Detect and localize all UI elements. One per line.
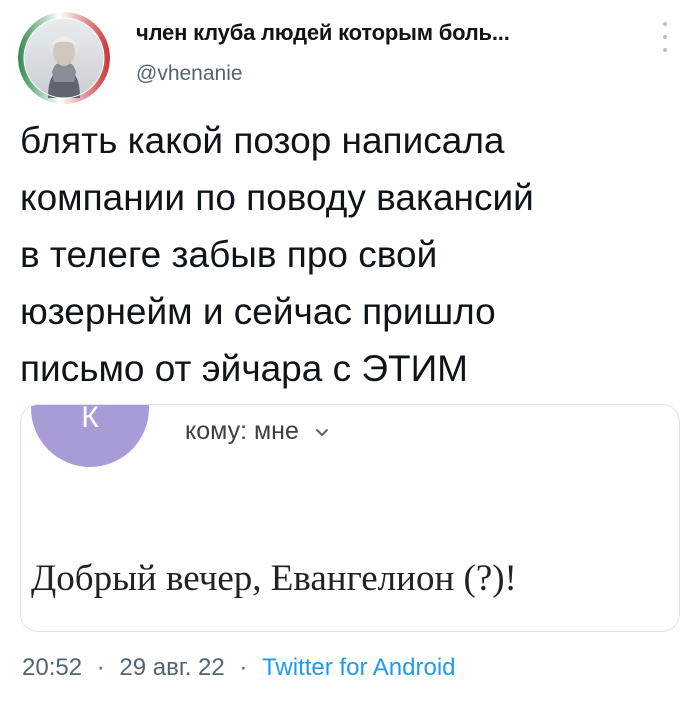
more-dot: [663, 35, 667, 39]
author-avatar[interactable]: [18, 12, 110, 104]
more-dot: [663, 48, 667, 52]
tweet-source-link[interactable]: Twitter for Android: [262, 654, 455, 681]
recipient-line: кому: мне: [185, 417, 329, 446]
meta-separator: ·: [239, 654, 248, 681]
avatar-image: [18, 12, 110, 104]
tweet-media-image[interactable]: К кому: мне Добрый вечер, Евангелион (?)…: [20, 404, 680, 632]
tweet-meta: 20:52 · 29 авг. 22 · Twitter for Android: [22, 654, 456, 682]
author-handle[interactable]: @vhenanie: [136, 62, 243, 86]
chevron-down-icon: [315, 428, 328, 436]
recipient-label: кому: мне: [185, 417, 299, 445]
more-vertical-icon[interactable]: [658, 22, 672, 52]
tweet-text: блять какой позор написала компании по п…: [20, 120, 534, 389]
email-greeting: Добрый вечер, Евангелион (?)!: [31, 558, 517, 599]
sender-avatar: К: [31, 404, 149, 467]
meta-separator: ·: [96, 654, 105, 681]
author-display-name[interactable]: член клуба людей которым боль...: [136, 20, 510, 46]
tweet-date[interactable]: 29 авг. 22: [119, 654, 224, 681]
sender-initial: К: [81, 404, 99, 434]
tweet-time[interactable]: 20:52: [22, 654, 82, 681]
more-dot: [663, 22, 667, 26]
